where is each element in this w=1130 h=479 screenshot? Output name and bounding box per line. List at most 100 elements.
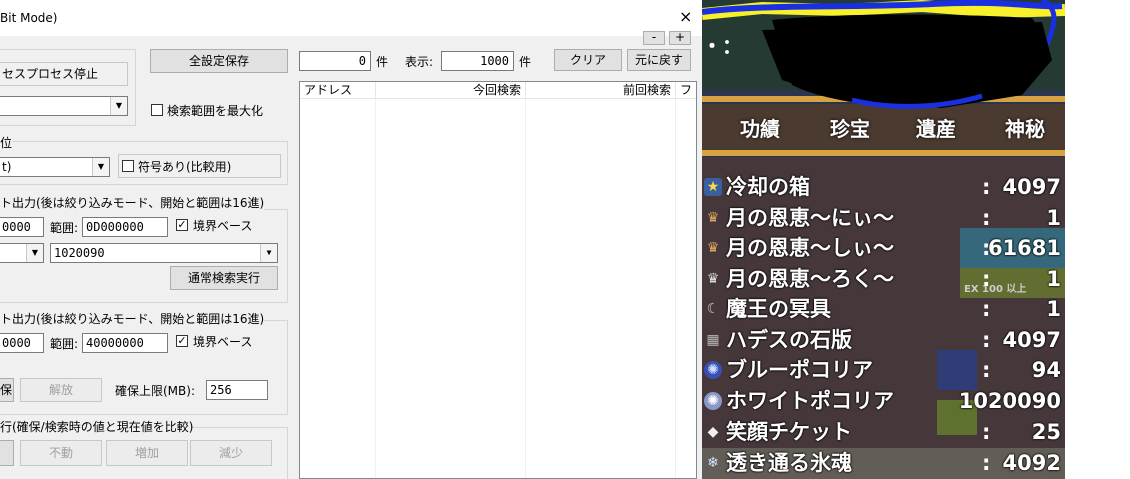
- list-item[interactable]: ★ 冷却の箱 : 4097: [702, 172, 1065, 202]
- colon: :: [982, 358, 991, 382]
- restore-button[interactable]: 元に戻す: [627, 49, 691, 71]
- process-select[interactable]: ▼: [0, 96, 128, 116]
- normal-search-button[interactable]: 通常検索実行: [170, 266, 278, 290]
- column-divider: [525, 99, 526, 478]
- maximize-icon[interactable]: +: [669, 31, 691, 45]
- range-label: 範囲:: [50, 221, 79, 235]
- display-label: 表示:: [405, 55, 434, 69]
- column-header-current[interactable]: 今回検索: [376, 82, 526, 99]
- clear-button[interactable]: クリア: [554, 49, 622, 71]
- column-header-extra[interactable]: フ: [676, 82, 696, 99]
- gold-bar: [702, 150, 1065, 156]
- allocate-button[interactable]: 保: [0, 378, 14, 402]
- signed-checkbox[interactable]: [122, 160, 134, 172]
- chevron-down-icon[interactable]: ▼: [260, 244, 277, 262]
- boundary-label: 境界ベース: [193, 219, 253, 233]
- unchanged-button[interactable]: 不動: [20, 440, 102, 466]
- minimize-icon[interactable]: -: [643, 31, 665, 45]
- memory-tool-window: Bit Mode) × セスプロセス停止 ▼ 全設定保存 検索範囲を最大化 位 …: [0, 0, 702, 479]
- item-value: 1: [1046, 267, 1061, 291]
- boundary-checkbox-2[interactable]: ✓: [176, 335, 188, 347]
- moon-lamp-icon: ♛: [706, 240, 720, 256]
- colon: :: [982, 206, 991, 230]
- compare-select[interactable]: ▼: [0, 243, 44, 263]
- list-item[interactable]: ✺ ブルーポコリア : 94: [702, 355, 1065, 385]
- boundary-label-2: 境界ベース: [193, 335, 253, 349]
- title-bar: Bit Mode) ×: [0, 0, 702, 36]
- decrease-button[interactable]: 減少: [190, 440, 272, 466]
- column-divider: [675, 99, 676, 478]
- column-header-address[interactable]: アドレス: [300, 82, 376, 99]
- search-value-text: 1020090: [54, 246, 105, 260]
- window-title: Bit Mode): [0, 11, 58, 25]
- list-item[interactable]: ✺ ホワイトポコリア 1020090: [702, 386, 1065, 416]
- item-value: 4097: [1002, 175, 1061, 199]
- display-count-input[interactable]: 1000: [441, 51, 514, 71]
- moon-lamp-icon: ♛: [706, 210, 720, 226]
- colon: :: [982, 175, 991, 199]
- alloc-limit-label: 確保上限(MB):: [115, 384, 195, 398]
- tab-treasures[interactable]: 珍宝: [830, 113, 870, 142]
- range-input[interactable]: 0D000000: [82, 217, 168, 237]
- chevron-down-icon[interactable]: ▼: [92, 158, 109, 176]
- stone-tablet-icon: ▦: [706, 332, 720, 348]
- boundary-checkbox[interactable]: ✓: [176, 219, 188, 231]
- item-name: 魔王の冥具: [726, 297, 831, 321]
- colon: :: [982, 328, 991, 352]
- list-item[interactable]: ♛ 月の恩恵〜にぃ〜 : 1: [702, 203, 1065, 233]
- list-item[interactable]: ▦ ハデスの石版 : 4097: [702, 325, 1065, 355]
- white-pokoria-icon: ✺: [704, 392, 722, 410]
- range-input-2[interactable]: 40000000: [82, 333, 168, 353]
- tab-heritage[interactable]: 遺産: [916, 113, 956, 142]
- colon: :: [982, 297, 991, 321]
- moon-lamp-icon: ♛: [706, 271, 720, 287]
- item-name: ブルーポコリア: [726, 358, 873, 382]
- item-name: 月の恩恵〜しぃ〜: [726, 236, 894, 260]
- maximize-range-checkbox[interactable]: [151, 104, 163, 116]
- item-name: ホワイトポコリア: [726, 389, 894, 413]
- type-select[interactable]: t) ▼: [0, 157, 110, 177]
- search-value-input[interactable]: 1020090 ▼: [50, 243, 278, 263]
- demon-tool-icon: ☾: [706, 301, 720, 317]
- tab-achievements[interactable]: 功績: [740, 113, 780, 142]
- tab-mystery[interactable]: 神秘: [1005, 113, 1045, 142]
- list-item-selected[interactable]: ❄ 透き通る氷魂 : 4092: [702, 448, 1065, 478]
- list-item[interactable]: ♛ 月の恩恵〜ろく〜 : 1: [702, 264, 1065, 294]
- chevron-down-icon[interactable]: ▼: [26, 244, 43, 262]
- smile-ticket-icon: ◆: [707, 424, 719, 440]
- changed-button[interactable]: [0, 440, 14, 466]
- start-address-input-2[interactable]: 0000: [0, 333, 44, 353]
- list-item[interactable]: ♛ 月の恩恵〜しぃ〜 : 61681: [702, 233, 1065, 263]
- list-item[interactable]: ☾ 魔王の冥具 : 1: [702, 294, 1065, 324]
- type-group-title: 位: [0, 134, 13, 151]
- increase-button[interactable]: 増加: [106, 440, 188, 466]
- list-item[interactable]: ◆ 笑顔チケット : 25: [702, 417, 1065, 447]
- item-value: 1: [1046, 297, 1061, 321]
- start-address-input[interactable]: 0000: [0, 217, 44, 237]
- redaction-scribble: [702, 0, 1065, 109]
- colon: :: [982, 420, 991, 444]
- release-button[interactable]: 解放: [20, 378, 102, 402]
- compare-group-title: 行(確保/検索時の値と現在値を比較): [0, 418, 194, 435]
- colon: :: [982, 451, 991, 475]
- save-all-button[interactable]: 全設定保存: [150, 49, 288, 73]
- search-group-1-title: ト出力(後は絞り込みモード、開始と範囲は16進): [0, 194, 265, 211]
- column-header-previous[interactable]: 前回検索: [526, 82, 676, 99]
- blue-pokoria-icon: ✺: [704, 361, 722, 379]
- type-select-value: t): [2, 160, 12, 174]
- item-name: ハデスの石版: [726, 328, 852, 352]
- alloc-limit-input[interactable]: 256: [206, 380, 268, 400]
- item-name: 笑顔チケット: [726, 420, 852, 444]
- results-list[interactable]: アドレス 今回検索 前回検索 フ: [299, 81, 697, 479]
- ice-soul-icon: ❄: [707, 455, 719, 471]
- blank-area: [1065, 0, 1130, 479]
- item-value: 4097: [1002, 328, 1061, 352]
- range-label-2: 範囲:: [50, 337, 79, 351]
- display-unit: 件: [519, 55, 532, 69]
- item-value: 4092: [1002, 451, 1061, 475]
- star-box-icon: ★: [704, 178, 722, 196]
- item-value: 1020090: [958, 389, 1061, 413]
- column-divider: [375, 99, 376, 478]
- chevron-down-icon[interactable]: ▼: [110, 97, 127, 115]
- close-icon[interactable]: ×: [679, 9, 692, 25]
